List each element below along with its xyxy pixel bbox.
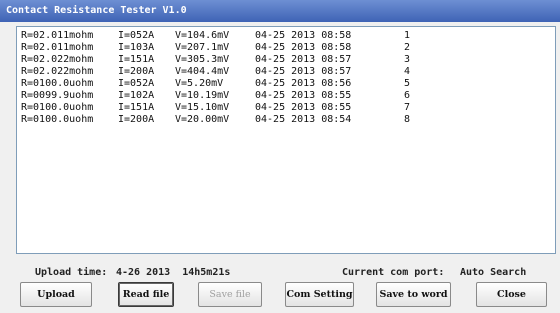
- resistance-value: R=02.022mohm: [21, 66, 94, 77]
- current-value: I=200A: [118, 66, 155, 77]
- list-item[interactable]: R=0100.0uohm I=052A V=5.20mV 04-25 2013 …: [17, 78, 410, 90]
- resistance-value: R=0100.0uohm: [21, 114, 94, 125]
- close-button[interactable]: Close: [476, 282, 547, 307]
- com-setting-button[interactable]: Com Setting: [285, 282, 354, 307]
- current-value: I=151A: [118, 102, 155, 113]
- record-number: 5: [404, 78, 411, 89]
- record-number: 8: [404, 114, 411, 125]
- record-datetime: 04-25 2013 08:54: [255, 114, 352, 125]
- voltage-value: V=10.19mV: [175, 90, 230, 101]
- voltage-value: V=404.4mV: [175, 66, 230, 77]
- com-port-value: Auto Search: [460, 267, 527, 278]
- record-number: 3: [404, 54, 411, 65]
- voltage-value: V=20.00mV: [175, 114, 230, 125]
- voltage-value: V=207.1mV: [175, 42, 230, 53]
- record-datetime: 04-25 2013 08:57: [255, 54, 352, 65]
- records-list[interactable]: R=02.011mohm I=052A V=104.6mV 04-25 2013…: [16, 26, 556, 254]
- record-datetime: 04-25 2013 08:56: [255, 78, 352, 89]
- upload-button[interactable]: Upload: [20, 282, 92, 307]
- resistance-value: R=02.011mohm: [21, 42, 94, 53]
- record-number: 6: [404, 90, 411, 101]
- resistance-value: R=02.011mohm: [21, 30, 94, 41]
- upload-time-value: 4-26 2013 14h5m21s: [116, 267, 231, 278]
- record-datetime: 04-25 2013 08:57: [255, 66, 352, 77]
- resistance-value: R=02.022mohm: [21, 54, 94, 65]
- save-file-button[interactable]: Save file: [198, 282, 262, 307]
- upload-time-label: Upload time:: [35, 267, 108, 278]
- read-file-button[interactable]: Read file: [118, 282, 174, 307]
- resistance-value: R=0100.0uohm: [21, 102, 94, 113]
- current-value: I=151A: [118, 54, 155, 65]
- com-port-label: Current com port:: [342, 267, 445, 278]
- list-item[interactable]: R=02.011mohm I=052A V=104.6mV 04-25 2013…: [17, 30, 410, 42]
- record-datetime: 04-25 2013 08:55: [255, 102, 352, 113]
- voltage-value: V=15.10mV: [175, 102, 230, 113]
- list-item[interactable]: R=02.011mohm I=103A V=207.1mV 04-25 2013…: [17, 42, 410, 54]
- current-value: I=200A: [118, 114, 155, 125]
- record-number: 1: [404, 30, 411, 41]
- current-value: I=103A: [118, 42, 155, 53]
- record-number: 4: [404, 66, 411, 77]
- record-number: 7: [404, 102, 411, 113]
- current-value: I=102A: [118, 90, 155, 101]
- list-item[interactable]: R=0099.9uohm I=102A V=10.19mV 04-25 2013…: [17, 90, 410, 102]
- window-title: Contact Resistance Tester V1.0: [0, 0, 560, 22]
- record-number: 2: [404, 42, 411, 53]
- app-window: Contact Resistance Tester V1.0 R=02.011m…: [0, 0, 560, 313]
- voltage-value: V=5.20mV: [175, 78, 224, 89]
- resistance-value: R=0099.9uohm: [21, 90, 94, 101]
- list-item[interactable]: R=02.022mohm I=151A V=305.3mV 04-25 2013…: [17, 54, 410, 66]
- record-datetime: 04-25 2013 08:55: [255, 90, 352, 101]
- save-to-word-button[interactable]: Save to word: [376, 282, 451, 307]
- resistance-value: R=0100.0uohm: [21, 78, 94, 89]
- current-value: I=052A: [118, 78, 155, 89]
- list-item[interactable]: R=02.022mohm I=200A V=404.4mV 04-25 2013…: [17, 66, 410, 78]
- list-item[interactable]: R=0100.0uohm I=200A V=20.00mV 04-25 2013…: [17, 114, 410, 126]
- list-item[interactable]: R=0100.0uohm I=151A V=15.10mV 04-25 2013…: [17, 102, 410, 114]
- current-value: I=052A: [118, 30, 155, 41]
- voltage-value: V=104.6mV: [175, 30, 230, 41]
- voltage-value: V=305.3mV: [175, 54, 230, 65]
- record-datetime: 04-25 2013 08:58: [255, 42, 352, 53]
- record-datetime: 04-25 2013 08:58: [255, 30, 352, 41]
